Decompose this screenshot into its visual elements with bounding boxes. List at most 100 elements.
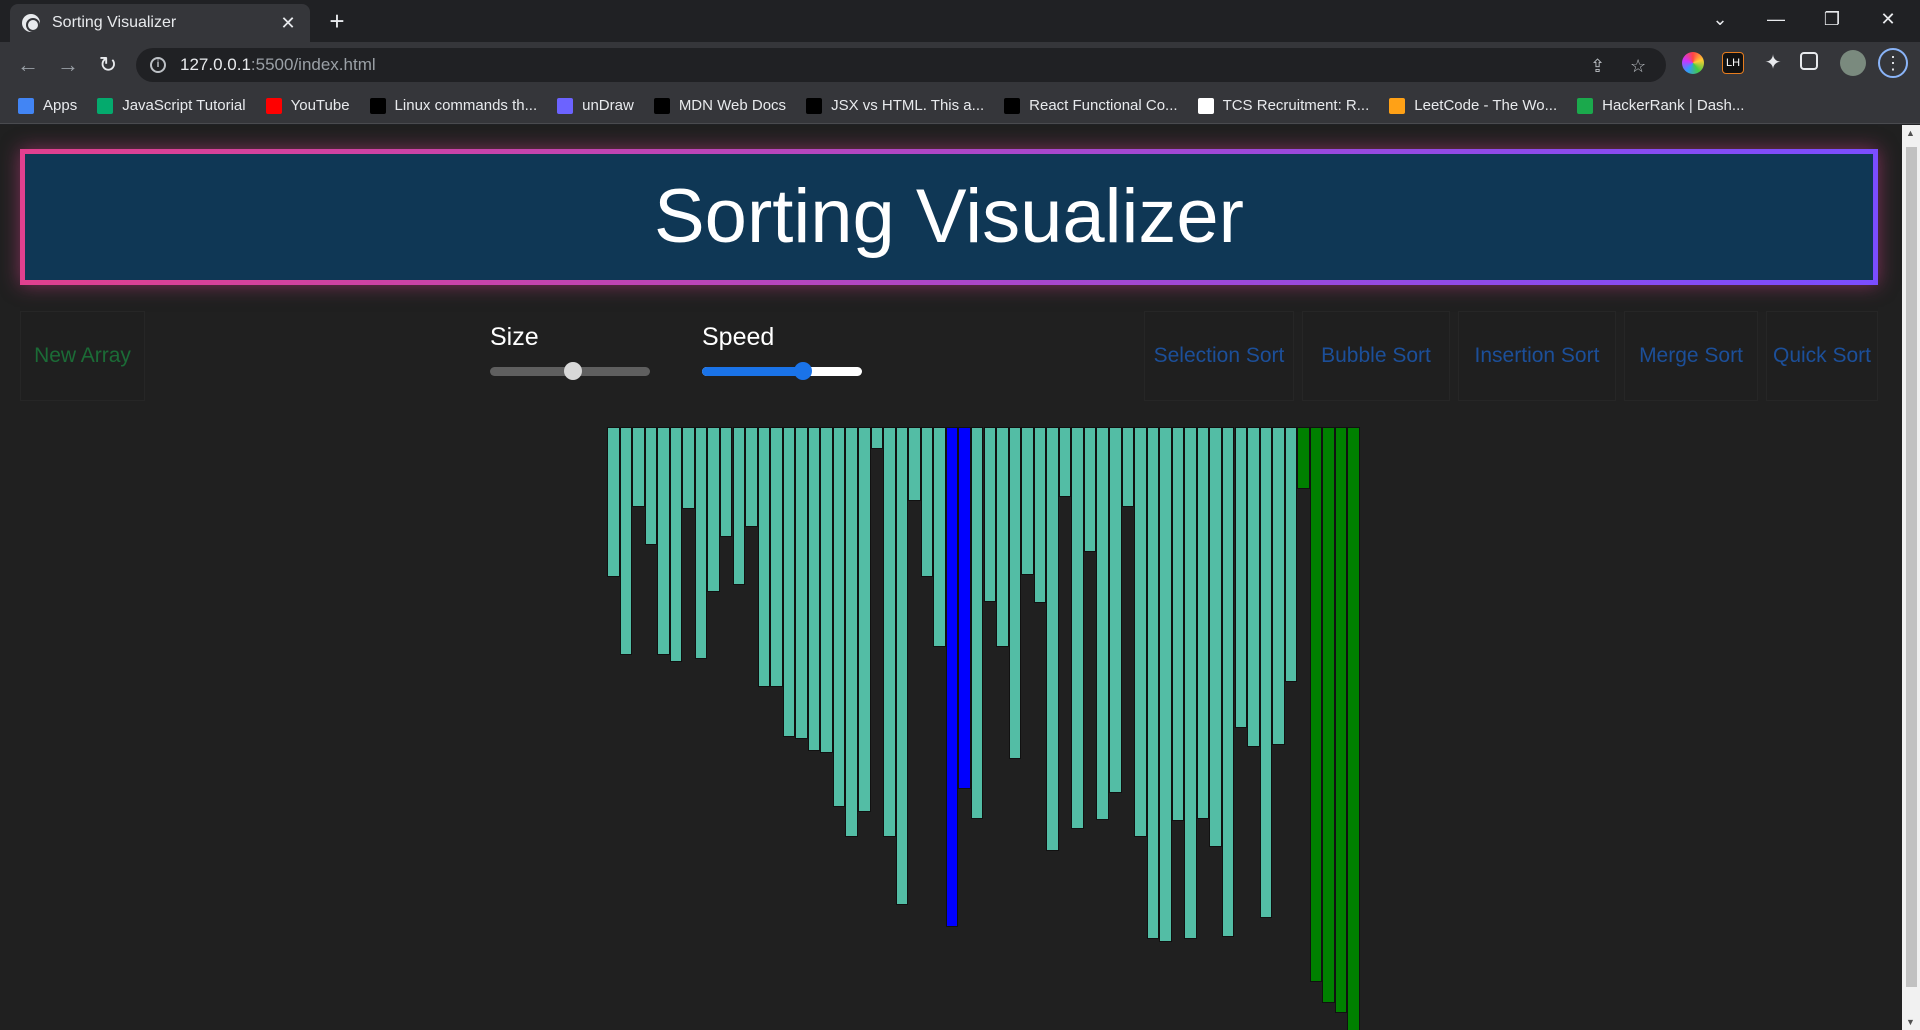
speed-slider-thumb[interactable] — [793, 362, 812, 380]
extensions-puzzle-icon[interactable]: ✦ — [1762, 52, 1784, 74]
menu-kebab-icon[interactable]: ⋮ — [1878, 48, 1908, 78]
restore-button[interactable]: ❐ — [1804, 0, 1860, 38]
array-bar — [807, 427, 821, 751]
array-bar — [1058, 427, 1072, 497]
bookmark-item[interactable]: HackerRank | Dash... — [1577, 97, 1744, 114]
bookmark-item[interactable]: JavaScript Tutorial — [97, 97, 246, 114]
new-tab-button[interactable]: + — [322, 6, 352, 36]
leetcode-icon — [1389, 97, 1406, 114]
array-bar — [1159, 427, 1172, 942]
bookmark-item[interactable]: YouTube — [265, 97, 350, 114]
array-bar — [607, 427, 620, 577]
bookmark-item[interactable]: unDraw — [557, 97, 634, 114]
new-array-button[interactable]: New Array — [20, 311, 145, 401]
array-bar — [1008, 427, 1022, 759]
bookmark-label: YouTube — [290, 97, 350, 114]
bookmark-item[interactable]: Apps — [18, 97, 77, 114]
youtube-icon — [265, 97, 282, 114]
quick-sort-button[interactable]: Quick Sort — [1766, 311, 1878, 401]
array-bar — [996, 427, 1009, 647]
lighthouse-extension-icon[interactable]: LH — [1722, 52, 1744, 74]
array-bar — [883, 427, 896, 837]
scrollbar-thumb[interactable] — [1906, 147, 1917, 987]
array-bar — [983, 427, 996, 602]
array-bar — [632, 427, 645, 507]
share-icon[interactable]: ⇪ — [1590, 56, 1605, 77]
array-bar — [1309, 427, 1323, 982]
bookmark-label: HackerRank | Dash... — [1602, 97, 1745, 114]
bookmark-label: Linux commands th... — [394, 97, 538, 114]
close-icon[interactable]: ✕ — [278, 13, 298, 34]
array-bar — [1083, 427, 1097, 552]
medium-icon — [806, 97, 823, 114]
bookmark-item[interactable]: MDN Web Docs — [653, 97, 786, 114]
speed-label: Speed — [702, 323, 775, 351]
array-bar — [858, 427, 871, 812]
array-bar — [958, 427, 971, 789]
bookmarks-bar: Apps JavaScript Tutorial YouTube Linux comm… — [0, 88, 1920, 124]
array-bar — [1121, 427, 1135, 507]
back-icon[interactable]: ← — [12, 50, 44, 80]
array-bar — [1259, 427, 1273, 918]
tcs-icon — [1197, 97, 1214, 114]
bookmark-star-icon[interactable]: ☆ — [1630, 56, 1646, 77]
array-bar — [1096, 427, 1109, 820]
bookmark-label: JSX vs HTML. This a... — [831, 97, 985, 114]
array-bar — [1234, 427, 1247, 728]
array-bar — [795, 427, 808, 739]
bookmark-item[interactable]: Linux commands th... — [369, 97, 538, 114]
array-bar — [745, 427, 758, 527]
address-bar[interactable]: i 127.0.0.1:5500/index.html ⇪ ☆ — [136, 48, 1666, 82]
array-bar — [1071, 427, 1084, 829]
array-bar — [920, 427, 934, 577]
apps-grid-icon — [18, 97, 34, 114]
tab-strip: Sorting Visualizer ✕ + ⌄ — ❐ ✕ — [0, 0, 1920, 42]
bubble-sort-button[interactable]: Bubble Sort — [1302, 311, 1450, 401]
page-content: Sorting Visualizer New Array Size Speed … — [0, 125, 1902, 1030]
window-close-button[interactable]: ✕ — [1860, 0, 1916, 38]
array-bar — [1297, 427, 1310, 489]
array-bar — [644, 427, 658, 545]
array-bar — [669, 427, 683, 662]
array-bar — [707, 427, 720, 592]
tab-active[interactable]: Sorting Visualizer ✕ — [10, 4, 310, 42]
array-bar — [1272, 427, 1285, 745]
array-bar — [820, 427, 833, 753]
insertion-sort-button[interactable]: Insertion Sort — [1458, 311, 1616, 401]
bookmark-item[interactable]: LeetCode - The Wo... — [1389, 97, 1557, 114]
array-bar — [1221, 427, 1235, 937]
page-scrollbar[interactable]: ▲ ▼ — [1902, 125, 1920, 1030]
size-label: Size — [490, 323, 539, 351]
controls-bar: New Array Size Speed Selection Sort Bubb… — [20, 311, 1878, 401]
merge-sort-button[interactable]: Merge Sort — [1624, 311, 1758, 401]
bookmark-item[interactable]: JSX vs HTML. This a... — [806, 97, 984, 114]
bookmark-item[interactable]: TCS Recruitment: R... — [1197, 97, 1369, 114]
hackerrank-icon — [1577, 97, 1594, 114]
size-slider-thumb[interactable] — [564, 362, 583, 380]
array-bar — [1033, 427, 1047, 603]
array-bar — [908, 427, 921, 501]
profile-avatar[interactable] — [1840, 50, 1866, 76]
array-bar — [895, 427, 909, 905]
side-panel-icon[interactable] — [1800, 52, 1818, 70]
selection-sort-button[interactable]: Selection Sort — [1144, 311, 1294, 401]
array-bar — [1146, 427, 1160, 939]
bookmark-label: Apps — [43, 97, 78, 114]
array-bar — [732, 427, 745, 585]
array-bar — [945, 427, 959, 927]
reload-icon[interactable]: ↻ — [92, 50, 124, 80]
tab-search-icon[interactable]: ⌄ — [1692, 0, 1748, 38]
forward-icon[interactable]: → — [52, 50, 84, 80]
minimize-button[interactable]: — — [1748, 0, 1804, 38]
dev-icon — [369, 97, 386, 114]
bookmark-label: JavaScript Tutorial — [122, 97, 246, 114]
array-bar — [870, 427, 884, 449]
array-bar — [619, 427, 633, 655]
bookmark-item[interactable]: React Functional Co... — [1004, 97, 1178, 114]
array-bar — [1046, 427, 1059, 851]
bookmark-label: React Functional Co... — [1029, 97, 1178, 114]
mdn-icon — [653, 97, 670, 114]
color-picker-extension-icon[interactable] — [1682, 52, 1704, 74]
site-info-icon[interactable]: i — [150, 57, 166, 73]
speed-slider[interactable] — [702, 367, 862, 376]
